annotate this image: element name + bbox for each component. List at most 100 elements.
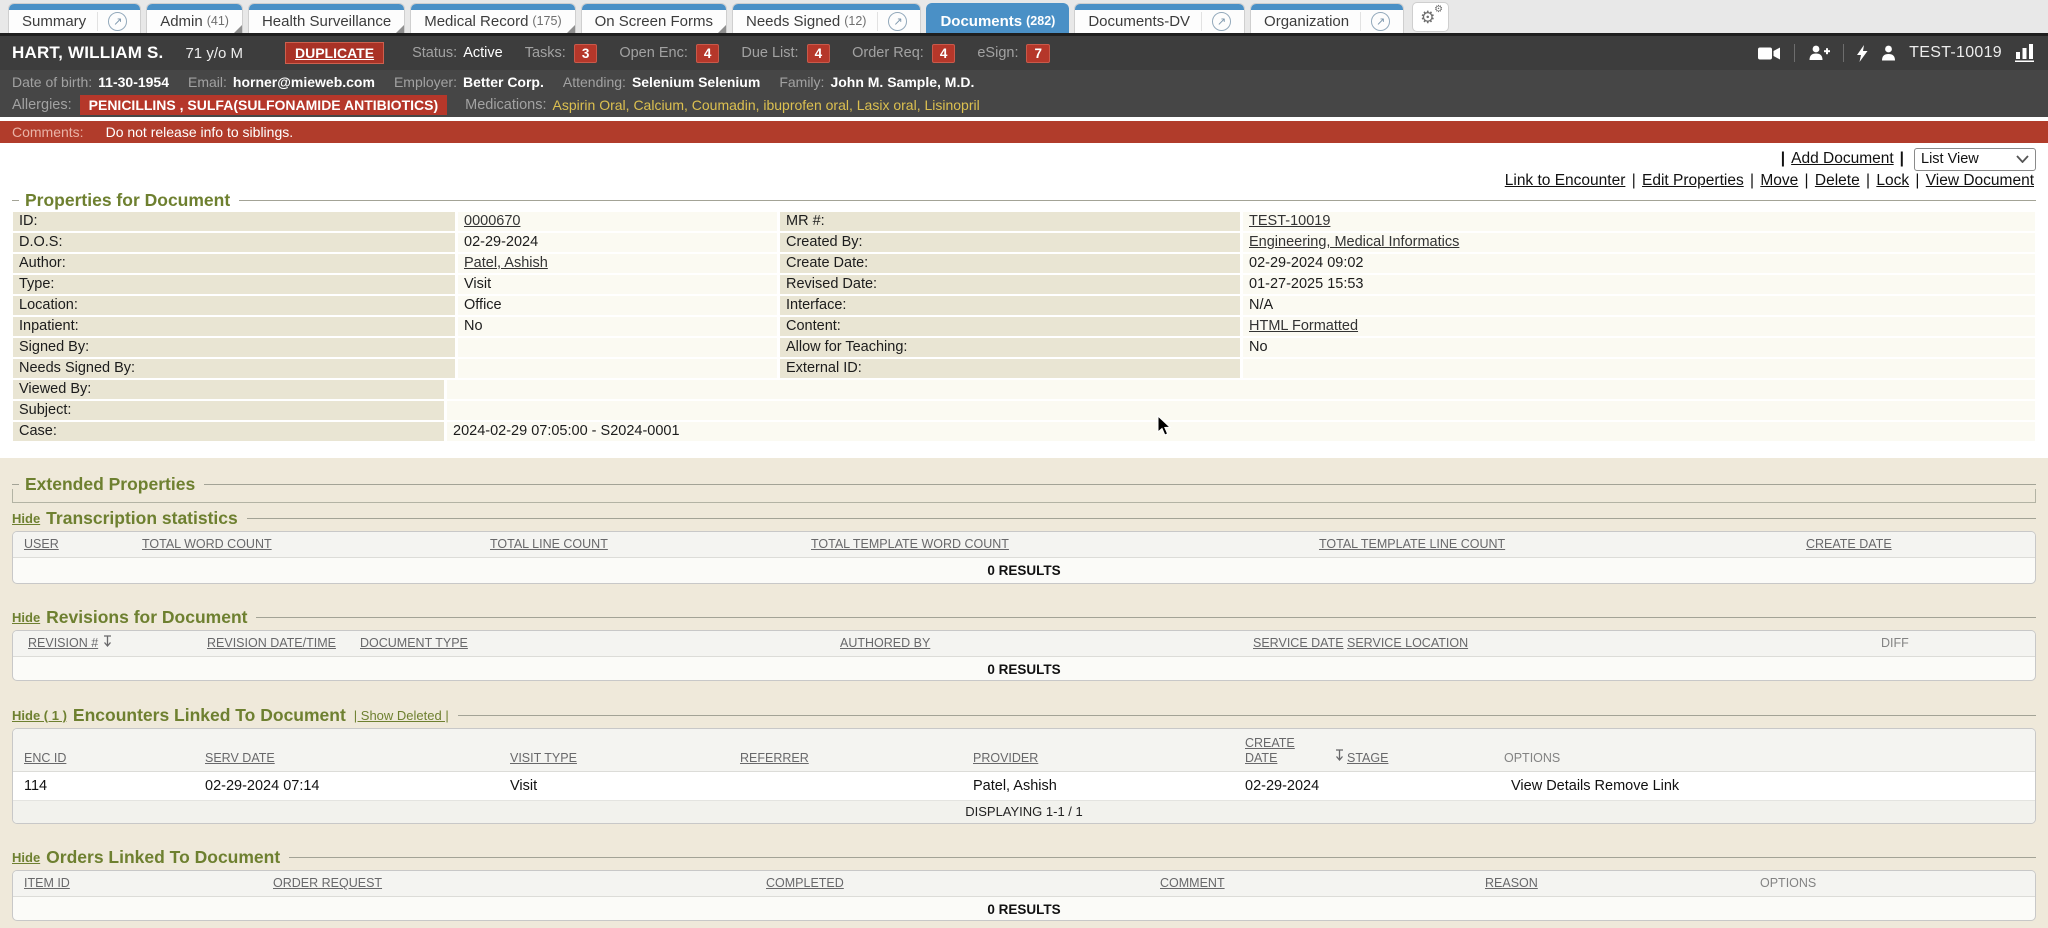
tab-organization[interactable]: Organization↗ bbox=[1250, 3, 1404, 33]
medications-list[interactable]: Aspirin Oral, Calcium, Coumadin, ibuprof… bbox=[553, 97, 980, 113]
column-header-reason[interactable]: REASON bbox=[1485, 876, 1538, 891]
open-in-new-button[interactable]: ↗ bbox=[1201, 12, 1231, 31]
video-camera-icon[interactable] bbox=[1758, 46, 1781, 61]
add-person-icon[interactable] bbox=[1808, 45, 1830, 61]
legend-rule bbox=[204, 484, 2036, 485]
property-label: ID: bbox=[13, 212, 455, 231]
column-header-options: OPTIONS bbox=[1760, 876, 1816, 891]
counter-badge[interactable]: 4 bbox=[932, 44, 956, 63]
property-label: Signed By: bbox=[13, 338, 455, 357]
column-header-authored-by[interactable]: AUTHORED BY bbox=[840, 636, 930, 651]
column-header-stage[interactable]: STAGE bbox=[1347, 751, 1388, 766]
sort-descending-icon[interactable] bbox=[103, 635, 112, 647]
properties-row: Case:2024-02-29 07:05:00 - S2024-0001 bbox=[13, 422, 2035, 441]
tab-needs-signed[interactable]: Needs Signed(12)↗ bbox=[732, 3, 921, 33]
counter-badge[interactable]: 7 bbox=[1026, 44, 1050, 63]
counter-badge[interactable]: 4 bbox=[807, 44, 831, 63]
link-to-encounter-link[interactable]: Link to Encounter bbox=[1505, 172, 1626, 189]
properties-legend: Properties for Document bbox=[12, 190, 2036, 210]
column-header-document-type[interactable]: DOCUMENT TYPE bbox=[360, 636, 468, 651]
column-header-service-date[interactable]: SERVICE DATE bbox=[1253, 636, 1344, 651]
duplicate-flag[interactable]: DUPLICATE bbox=[285, 42, 384, 64]
tab-health-surveillance[interactable]: Health Surveillance bbox=[248, 3, 405, 33]
property-value[interactable]: TEST-10019 bbox=[1243, 212, 2035, 231]
column-header-enc-id[interactable]: ENC ID bbox=[24, 751, 66, 766]
property-value-link[interactable]: Patel, Ashish bbox=[464, 255, 548, 271]
column-header-service-location[interactable]: SERVICE LOCATION bbox=[1347, 636, 1468, 651]
chart-icon[interactable] bbox=[2015, 44, 2036, 62]
column-header-referrer[interactable]: REFERRER bbox=[740, 751, 809, 766]
column-header-revision-date-time[interactable]: REVISION DATE/TIME bbox=[207, 636, 336, 651]
tab-label: Health Surveillance bbox=[262, 13, 391, 30]
property-value-link[interactable]: 0000670 bbox=[464, 213, 520, 229]
property-value bbox=[447, 380, 2035, 399]
allergy-alert[interactable]: PENICILLINS , SULFA(SULFONAMIDE ANTIBIOT… bbox=[80, 95, 447, 115]
tab-menu-fold-icon[interactable] bbox=[234, 25, 242, 33]
lightning-icon[interactable] bbox=[1857, 45, 1868, 62]
property-value[interactable]: Patel, Ashish bbox=[458, 254, 777, 273]
column-header-total-line-count[interactable]: TOTAL LINE COUNT bbox=[490, 537, 608, 552]
property-value: 01-27-2025 15:53 bbox=[1243, 275, 2035, 294]
revisions-hide-link[interactable]: Hide bbox=[12, 610, 40, 625]
tab-on-screen-forms[interactable]: On Screen Forms bbox=[581, 3, 727, 33]
tab-admin[interactable]: Admin(41) bbox=[146, 3, 243, 33]
tab-count-badge: (12) bbox=[844, 14, 866, 28]
tab-label: Medical Record bbox=[424, 13, 528, 30]
show-deleted-link[interactable]: | Show Deleted | bbox=[354, 708, 449, 723]
property-value bbox=[458, 359, 777, 378]
column-header-total-word-count[interactable]: TOTAL WORD COUNT bbox=[142, 537, 272, 552]
encounters-hide-link[interactable]: Hide ( 1 ) bbox=[12, 708, 67, 723]
tab-documents[interactable]: Documents(282) bbox=[926, 3, 1069, 33]
property-value[interactable]: 0000670 bbox=[458, 212, 777, 231]
tab-menu-fold-icon[interactable] bbox=[718, 25, 726, 33]
column-header-total-template-line-count[interactable]: TOTAL TEMPLATE LINE COUNT bbox=[1319, 537, 1505, 552]
settings-gears-icon[interactable]: ⚙ ⚙ bbox=[1412, 2, 1449, 32]
column-header-visit-type[interactable]: VISIT TYPE bbox=[510, 751, 577, 766]
encounter-options[interactable]: View Details Remove Link bbox=[1511, 772, 1679, 801]
transcription-hide-link[interactable]: Hide bbox=[12, 511, 40, 526]
column-header-completed[interactable]: COMPLETED bbox=[766, 876, 844, 891]
sort-descending-icon[interactable] bbox=[1335, 749, 1344, 761]
transcription-empty: 0 RESULTS bbox=[13, 558, 2035, 583]
column-header-serv-date[interactable]: SERV DATE bbox=[205, 751, 275, 766]
open-in-new-button[interactable]: ↗ bbox=[97, 12, 127, 31]
counter-badge[interactable]: 3 bbox=[574, 44, 598, 63]
column-header-provider[interactable]: PROVIDER bbox=[973, 751, 1038, 766]
property-value-link[interactable]: HTML Formatted bbox=[1249, 318, 1358, 334]
demographic-label: Email: bbox=[188, 74, 227, 90]
add-document-link[interactable]: Add Document bbox=[1791, 150, 1894, 168]
encounters-panel: ENC ID SERV DATE VISIT TYPE REFERRER PROVIDE… bbox=[12, 728, 2036, 824]
property-value[interactable]: Engineering, Medical Informatics bbox=[1243, 233, 2035, 252]
move-link[interactable]: Move bbox=[1760, 172, 1798, 189]
encounter-serv-date: 02-29-2024 07:14 bbox=[205, 772, 320, 801]
person-icon[interactable] bbox=[1881, 45, 1896, 61]
tab-summary[interactable]: Summary↗ bbox=[8, 3, 141, 33]
column-header-user[interactable]: USER bbox=[24, 537, 59, 552]
view-document-link[interactable]: View Document bbox=[1926, 172, 2034, 189]
properties-row: Location:OfficeInterface:N/A bbox=[13, 296, 2035, 315]
tab-menu-fold-icon[interactable] bbox=[567, 25, 575, 33]
view-mode-select[interactable]: List View bbox=[1914, 148, 2036, 171]
column-header-create-date[interactable]: CREATE DATE bbox=[1245, 736, 1295, 766]
tab-medical-record[interactable]: Medical Record(175) bbox=[410, 3, 575, 33]
lock-link[interactable]: Lock bbox=[1876, 172, 1909, 189]
column-header-total-template-word-count[interactable]: TOTAL TEMPLATE WORD COUNT bbox=[811, 537, 1009, 552]
edit-properties-link[interactable]: Edit Properties bbox=[1642, 172, 1744, 189]
allergies-label: Allergies: bbox=[12, 97, 72, 113]
column-header-item-id[interactable]: ITEM ID bbox=[24, 876, 70, 891]
tab-menu-fold-icon[interactable] bbox=[396, 25, 404, 33]
orders-hide-link[interactable]: Hide bbox=[12, 850, 40, 865]
column-header-order-request[interactable]: ORDER REQUEST bbox=[273, 876, 382, 891]
delete-link[interactable]: Delete bbox=[1815, 172, 1860, 189]
property-value[interactable]: HTML Formatted bbox=[1243, 317, 2035, 336]
column-header-revision[interactable]: REVISION # bbox=[28, 635, 112, 651]
counter-badge[interactable]: 4 bbox=[696, 44, 720, 63]
encounter-row[interactable]: 11402-29-2024 07:14VisitPatel, Ashish02-… bbox=[13, 772, 2035, 801]
property-value-link[interactable]: TEST-10019 bbox=[1249, 213, 1330, 229]
tab-documents-dv[interactable]: Documents-DV↗ bbox=[1074, 3, 1245, 33]
open-in-new-button[interactable]: ↗ bbox=[1360, 12, 1390, 31]
column-header-create-date[interactable]: CREATE DATE bbox=[1806, 537, 1892, 552]
column-header-comment[interactable]: COMMENT bbox=[1160, 876, 1225, 891]
property-value-link[interactable]: Engineering, Medical Informatics bbox=[1249, 234, 1459, 250]
open-in-new-button[interactable]: ↗ bbox=[877, 12, 907, 31]
